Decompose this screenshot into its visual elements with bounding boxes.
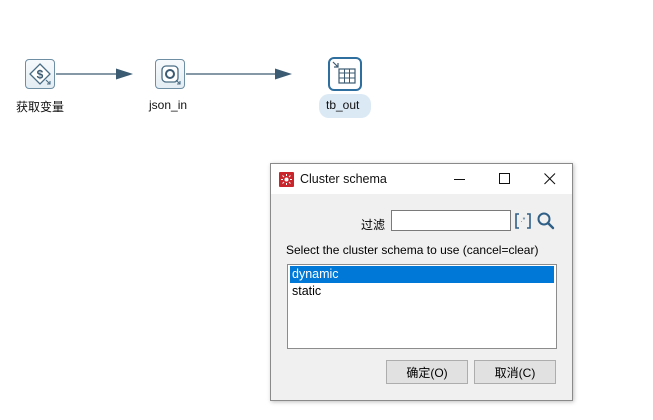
maximize-button[interactable]: [483, 164, 527, 194]
hop-arrowhead-1: [116, 68, 133, 80]
instruction-text: Select the cluster schema to use (cancel…: [286, 243, 539, 257]
dollar-variable-icon: $: [25, 59, 55, 89]
json-input-icon: [155, 59, 185, 89]
regex-icon: .*: [515, 213, 531, 229]
step-label: tb_out: [326, 98, 360, 112]
list-item-static[interactable]: static: [290, 283, 554, 300]
close-button[interactable]: [528, 164, 572, 194]
app-icon: [279, 172, 294, 187]
regex-toggle-button[interactable]: .*: [514, 211, 532, 231]
cancel-button[interactable]: 取消(C): [474, 360, 556, 384]
maximize-icon: [499, 173, 510, 184]
minimize-icon: [454, 179, 465, 180]
svg-text:.*: .*: [521, 217, 526, 224]
minimize-button[interactable]: [438, 164, 482, 194]
search-icon: [537, 212, 555, 230]
step-label: json_in: [149, 98, 188, 112]
list-item-dynamic[interactable]: dynamic: [290, 266, 554, 283]
ok-button[interactable]: 确定(O): [386, 360, 468, 384]
hop-arrowhead-2: [275, 68, 292, 80]
step-label: 获取变量: [16, 100, 65, 114]
cluster-schema-list[interactable]: dynamic static: [287, 264, 557, 349]
dialog-title: Cluster schema: [300, 172, 387, 186]
cluster-schema-dialog: Cluster schema 过滤 .* Select the cluster …: [270, 163, 573, 401]
search-button[interactable]: [536, 211, 556, 231]
close-icon: [544, 173, 556, 185]
dialog-titlebar[interactable]: Cluster schema: [271, 164, 572, 194]
svg-text:$: $: [37, 68, 44, 82]
table-output-icon: [328, 57, 362, 91]
hop-arrows: [56, 68, 292, 80]
filter-input[interactable]: [391, 210, 511, 231]
filter-label: 过滤: [361, 218, 386, 232]
